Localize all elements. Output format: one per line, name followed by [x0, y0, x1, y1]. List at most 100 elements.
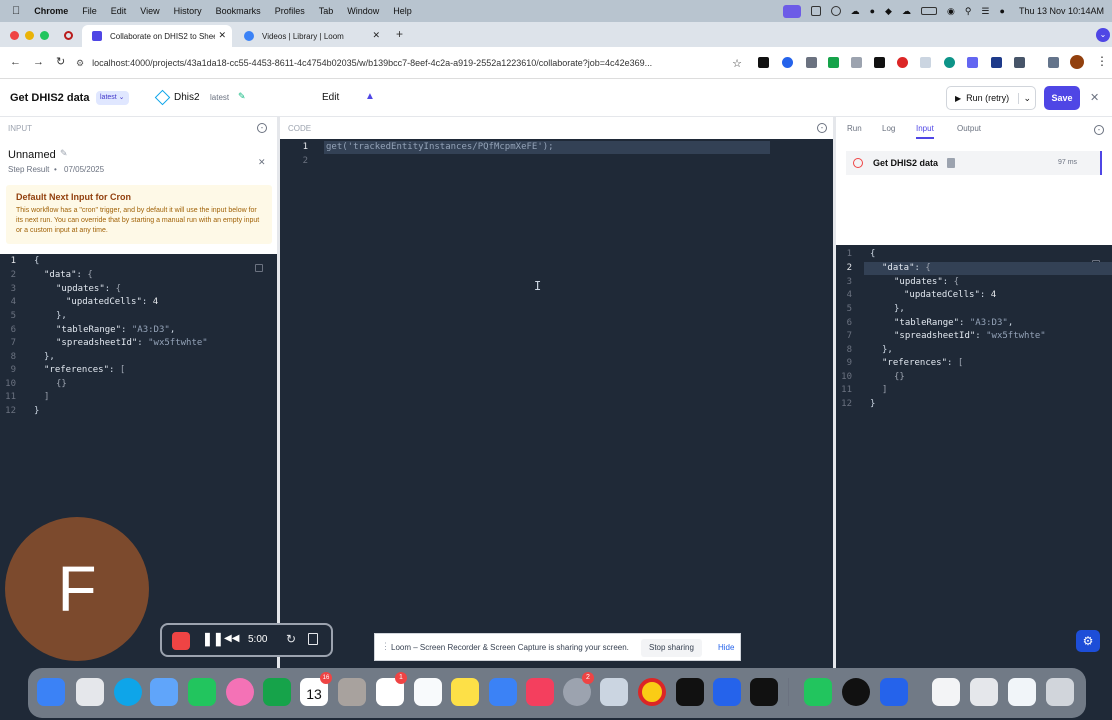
checkmark-icon[interactable] — [830, 6, 841, 16]
extension-gray-icon[interactable] — [806, 57, 817, 68]
freeform-icon[interactable] — [414, 678, 442, 706]
file-icon[interactable] — [970, 678, 998, 706]
collapse-icon[interactable]: - — [257, 123, 267, 133]
debug-icon[interactable]: ⚙ — [1076, 630, 1100, 652]
weather-icon[interactable]: ☁ — [851, 6, 860, 17]
photos-icon[interactable] — [226, 678, 254, 706]
output-json-viewer[interactable]: 1 2 3 4 5 6 7 8 9 10 11 12 { "data": { "updates": … — [836, 247, 1112, 417]
collapse-right-icon[interactable]: - — [1094, 125, 1104, 135]
extension-purple-icon[interactable] — [967, 57, 978, 68]
version-badge[interactable]: latest ⌄ — [96, 91, 129, 105]
menu-app-name[interactable]: Chrome — [34, 6, 68, 16]
facetime-icon[interactable] — [263, 678, 291, 706]
minimize-window-icon[interactable] — [25, 31, 34, 40]
new-tab-icon[interactable]: + — [396, 27, 403, 41]
dropbox-icon[interactable]: ◆ — [885, 6, 892, 17]
dismiss-icon[interactable]: ✕ — [258, 157, 266, 168]
music-icon[interactable]: ● — [870, 6, 875, 16]
extension-green-icon[interactable] — [828, 57, 839, 68]
restart-icon[interactable]: ↻ — [286, 632, 296, 646]
trash-bin-icon[interactable] — [1046, 678, 1074, 706]
site-info-icon[interactable]: ⚙ — [76, 58, 84, 69]
cloud-icon[interactable]: ☁ — [902, 6, 911, 17]
music-app-icon[interactable] — [526, 678, 554, 706]
app-store-icon[interactable] — [489, 678, 517, 706]
extension-sheet-icon[interactable] — [851, 57, 862, 68]
edit-button[interactable]: Edit — [322, 92, 339, 103]
screen-share-icon[interactable] — [782, 4, 801, 18]
extensions-puzzle-icon[interactable] — [1014, 57, 1025, 68]
menu-history[interactable]: History — [174, 6, 202, 16]
battery-icon[interactable] — [920, 7, 937, 15]
tab-collaborate[interactable]: Collaborate on DHIS2 to Shee ✕ — [82, 25, 232, 47]
tab-search-icon[interactable]: ⌄ — [1096, 28, 1110, 42]
status-icon[interactable] — [810, 6, 821, 16]
menu-file[interactable]: File — [82, 6, 97, 16]
menu-view[interactable]: View — [140, 6, 159, 16]
control-center-icon[interactable]: ☰ — [981, 6, 989, 17]
close-tab-icon[interactable]: ✕ — [218, 30, 226, 41]
tab-input[interactable]: Input — [916, 124, 934, 139]
maps-icon[interactable] — [188, 678, 216, 706]
forward-icon[interactable]: → — [33, 56, 44, 68]
search-icon[interactable]: ⚲ — [965, 6, 972, 17]
safari-icon[interactable] — [114, 678, 142, 706]
close-window-icon[interactable] — [10, 31, 19, 40]
clock[interactable]: Thu 13 Nov 10:14AM — [1019, 6, 1104, 16]
terminal-icon[interactable] — [676, 678, 704, 706]
chrome-icon[interactable] — [638, 678, 666, 706]
tab-loom[interactable]: Videos | Library | Loom ✕ — [234, 25, 386, 47]
wifi-icon[interactable]: ◉ — [947, 6, 955, 17]
trash-icon[interactable] — [308, 633, 318, 645]
launchpad-icon[interactable] — [76, 678, 104, 706]
adaptor-name[interactable]: Dhis2 — [174, 92, 200, 103]
stop-sharing-button[interactable]: Stop sharing — [641, 639, 702, 657]
extension-light-icon[interactable] — [920, 57, 931, 68]
drag-handle-icon[interactable]: ⋮ — [381, 641, 390, 652]
menu-profiles[interactable]: Profiles — [275, 6, 305, 16]
stop-record-button[interactable] — [172, 632, 190, 650]
menu-window[interactable]: Window — [347, 6, 379, 16]
maximize-window-icon[interactable] — [40, 31, 49, 40]
vscode-alt-icon[interactable] — [880, 678, 908, 706]
loom-record-icon[interactable] — [64, 31, 73, 40]
contacts-icon[interactable] — [338, 678, 366, 706]
tab-log[interactable]: Log — [882, 124, 895, 133]
siri-icon[interactable]: ● — [1000, 6, 1005, 16]
rewind-icon[interactable]: ◀◀ — [224, 633, 239, 644]
menu-help[interactable]: Help — [393, 6, 412, 16]
mail-icon[interactable] — [150, 678, 178, 706]
reload-icon[interactable]: ↻ — [56, 55, 65, 68]
save-button[interactable]: Save — [1044, 86, 1080, 110]
extension-fx-icon[interactable] — [758, 57, 769, 68]
menu-edit[interactable]: Edit — [111, 6, 127, 16]
doc-icon[interactable] — [947, 158, 955, 168]
notes-icon[interactable] — [451, 678, 479, 706]
rename-pencil-icon[interactable]: ✎ — [60, 148, 68, 159]
more-menu-icon[interactable]: ⋮ — [1096, 54, 1108, 68]
extension-dark-icon[interactable] — [874, 57, 885, 68]
document-icon[interactable] — [932, 678, 960, 706]
chevron-down-icon[interactable]: ⌄ — [1018, 92, 1031, 104]
screenshot-folder-icon[interactable] — [1008, 678, 1036, 706]
extension-navy-icon[interactable] — [991, 57, 1002, 68]
figma-icon[interactable] — [750, 678, 778, 706]
step-row[interactable]: Get DHIS2 data 97 ms — [846, 151, 1102, 175]
tab-output[interactable]: Output — [957, 124, 981, 133]
messages-icon[interactable] — [804, 678, 832, 706]
input-json-editor[interactable]: 1 2 3 4 5 6 7 8 9 10 11 12 { "data": { "updates": … — [0, 254, 277, 424]
spotify-icon[interactable] — [842, 678, 870, 706]
close-icon[interactable]: ✕ — [1090, 91, 1099, 104]
vscode-icon[interactable] — [713, 678, 741, 706]
back-icon[interactable]: ← — [10, 56, 21, 68]
sidebar-toggle-icon[interactable] — [1048, 57, 1059, 68]
menu-bookmarks[interactable]: Bookmarks — [216, 6, 261, 16]
apple-icon[interactable]:  — [12, 5, 20, 17]
profile-avatar[interactable] — [1070, 55, 1084, 69]
close-tab-icon[interactable]: ✕ — [372, 30, 380, 41]
extension-teal-icon[interactable] — [944, 57, 955, 68]
preview-icon[interactable] — [600, 678, 628, 706]
collapse-code-icon[interactable]: - — [817, 123, 827, 133]
flask-icon[interactable]: ▲ — [365, 91, 375, 102]
tab-run[interactable]: Run — [847, 124, 862, 133]
